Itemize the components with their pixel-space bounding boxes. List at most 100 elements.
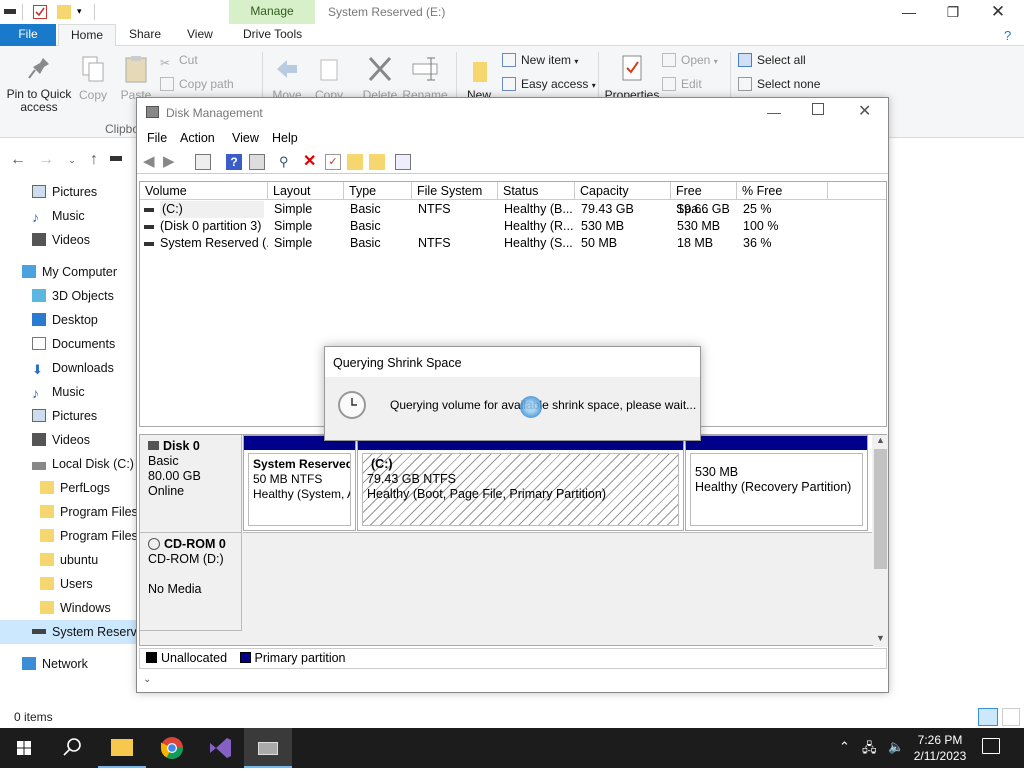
- show-hide-console-tree-icon[interactable]: [195, 154, 211, 170]
- tab-manage[interactable]: Manage: [229, 0, 315, 24]
- check-icon[interactable]: ✓: [325, 154, 341, 170]
- edit-button[interactable]: Edit: [662, 74, 702, 94]
- col-status[interactable]: Status: [498, 182, 575, 200]
- scroll-thumb[interactable]: [874, 449, 887, 569]
- menu-help[interactable]: Help: [272, 131, 298, 145]
- properties-button[interactable]: Properties: [604, 54, 660, 102]
- nav-item-pictures-2[interactable]: Pictures: [0, 404, 136, 428]
- new-item-button[interactable]: New item ▾: [502, 50, 578, 70]
- col-file-system[interactable]: File System: [412, 182, 498, 200]
- nav-item-local-disk-c[interactable]: Local Disk (C:): [0, 452, 136, 476]
- vertical-scrollbar[interactable]: ▲ ▼: [873, 435, 888, 647]
- list-view-icon[interactable]: [395, 154, 411, 170]
- dm-maximize-button[interactable]: [812, 103, 824, 115]
- col-type[interactable]: Type: [344, 182, 412, 200]
- help-icon[interactable]: ?: [1004, 28, 1011, 43]
- open-button[interactable]: Open ▾: [662, 50, 718, 70]
- properties-grid-icon[interactable]: [249, 154, 265, 170]
- recent-locations-icon[interactable]: ⌄: [62, 150, 82, 170]
- search-folder-icon[interactable]: [369, 154, 385, 170]
- disk-0-label[interactable]: Disk 0 Basic 80.00 GB Online: [140, 435, 242, 533]
- cut-button[interactable]: ✂ Cut: [160, 50, 198, 70]
- new-folder-button[interactable]: New: [462, 54, 496, 102]
- nav-item-documents[interactable]: Documents: [0, 332, 136, 356]
- move-to-button[interactable]: Move: [268, 54, 306, 102]
- taskbar-file-explorer[interactable]: [98, 728, 146, 768]
- delete-icon[interactable]: ✕: [303, 154, 319, 170]
- partition-system-reserved[interactable]: System Reserved 50 MB NTFS Healthy (Syst…: [243, 435, 356, 531]
- col-layout[interactable]: Layout: [268, 182, 344, 200]
- tab-share[interactable]: Share: [117, 24, 173, 46]
- nav-item-users[interactable]: Users: [0, 572, 136, 596]
- help-icon[interactable]: ?: [226, 154, 242, 170]
- tab-home[interactable]: Home: [58, 24, 117, 47]
- nav-item-downloads[interactable]: ⬇ Downloads: [0, 356, 136, 380]
- copy-button[interactable]: Copy: [76, 54, 110, 102]
- open-folder-icon[interactable]: [347, 154, 363, 170]
- nav-item-program-files[interactable]: Program Files: [0, 500, 138, 524]
- close-button[interactable]: ✕: [978, 2, 1018, 22]
- maximize-button[interactable]: ❐: [933, 2, 973, 22]
- paste-button[interactable]: Paste: [116, 54, 156, 102]
- nav-item-videos[interactable]: Videos: [0, 228, 136, 252]
- menu-view[interactable]: View: [232, 131, 259, 145]
- taskbar-chrome[interactable]: [148, 728, 196, 768]
- tab-view[interactable]: View: [175, 24, 225, 46]
- properties-icon[interactable]: [33, 5, 47, 19]
- dm-minimize-button[interactable]: —: [767, 104, 781, 120]
- up-arrow-icon[interactable]: ↑: [84, 150, 104, 170]
- taskbar-disk-management[interactable]: [244, 728, 292, 768]
- forward-arrow-icon[interactable]: →: [36, 150, 56, 170]
- tab-drive-tools[interactable]: Drive Tools: [231, 24, 314, 46]
- scroll-down-icon[interactable]: ▼: [876, 633, 885, 643]
- partition-recovery[interactable]: 530 MB Healthy (Recovery Partition): [685, 435, 868, 531]
- nav-item-music[interactable]: ♪ Music: [0, 204, 136, 228]
- system-clock[interactable]: 7:26 PM 2/11/2023: [904, 732, 976, 764]
- show-hidden-icons-icon[interactable]: ⌃: [839, 739, 850, 755]
- col-percent-free[interactable]: % Free: [737, 182, 828, 200]
- nav-item-perflogs[interactable]: PerfLogs: [0, 476, 136, 500]
- menu-action[interactable]: Action: [180, 131, 215, 145]
- table-row[interactable]: (C:) Simple Basic NTFS Healthy (B... 79.…: [140, 201, 886, 218]
- minimize-button[interactable]: —: [889, 2, 929, 22]
- new-folder-icon[interactable]: [57, 5, 71, 19]
- copy-path-button[interactable]: Copy path: [160, 74, 234, 94]
- select-none-button[interactable]: Select none: [738, 74, 820, 94]
- volume-tray-icon[interactable]: 🔈: [888, 739, 904, 755]
- nav-item-program-files-x86[interactable]: Program Files: [0, 524, 138, 548]
- nav-item-network[interactable]: Network: [0, 652, 136, 676]
- easy-access-button[interactable]: Easy access ▾: [502, 74, 596, 94]
- nav-item-pictures[interactable]: Pictures: [0, 180, 136, 204]
- col-free-space[interactable]: Free Spa...: [671, 182, 737, 216]
- large-icons-view-icon[interactable]: [1002, 708, 1020, 726]
- nav-item-videos-2[interactable]: Videos: [0, 428, 136, 452]
- delete-button[interactable]: Delete: [358, 54, 402, 102]
- nav-item-3d-objects[interactable]: 3D Objects: [0, 284, 136, 308]
- forward-icon[interactable]: ▶: [163, 154, 179, 170]
- col-volume[interactable]: Volume: [140, 182, 268, 200]
- rename-button[interactable]: Rename: [402, 54, 448, 102]
- taskbar-visual-studio[interactable]: [196, 728, 244, 768]
- cdrom-0-label[interactable]: CD-ROM 0 CD-ROM (D:) No Media: [140, 533, 242, 631]
- connect-icon[interactable]: ⚲: [279, 154, 295, 170]
- network-tray-icon[interactable]: 🖧: [862, 739, 877, 761]
- scroll-up-icon[interactable]: ▲: [876, 435, 885, 445]
- table-row[interactable]: System Reserved (... Simple Basic NTFS H…: [140, 235, 886, 252]
- nav-item-desktop[interactable]: Desktop: [0, 308, 136, 332]
- copy-to-button[interactable]: Copy: [310, 54, 348, 102]
- nav-item-ubuntu[interactable]: ubuntu: [0, 548, 136, 572]
- nav-item-windows[interactable]: Windows: [0, 596, 136, 620]
- back-icon[interactable]: ◀: [143, 154, 159, 170]
- notifications-icon[interactable]: [982, 738, 1000, 754]
- tab-file[interactable]: File: [0, 24, 56, 46]
- back-arrow-icon[interactable]: ←: [8, 150, 28, 170]
- nav-item-system-reserved[interactable]: System Reserved: [0, 620, 151, 644]
- table-row[interactable]: (Disk 0 partition 3) Simple Basic Health…: [140, 218, 886, 235]
- customize-quick-access-icon[interactable]: ▾: [77, 6, 82, 17]
- pin-quick-access-button[interactable]: Pin to Quick access: [4, 54, 74, 114]
- start-button[interactable]: [0, 728, 48, 768]
- nav-item-music-2[interactable]: ♪ Music: [0, 380, 136, 404]
- select-all-button[interactable]: Select all: [738, 50, 806, 70]
- collapse-chevron-icon[interactable]: ⌄: [143, 674, 151, 685]
- search-button[interactable]: [48, 728, 96, 768]
